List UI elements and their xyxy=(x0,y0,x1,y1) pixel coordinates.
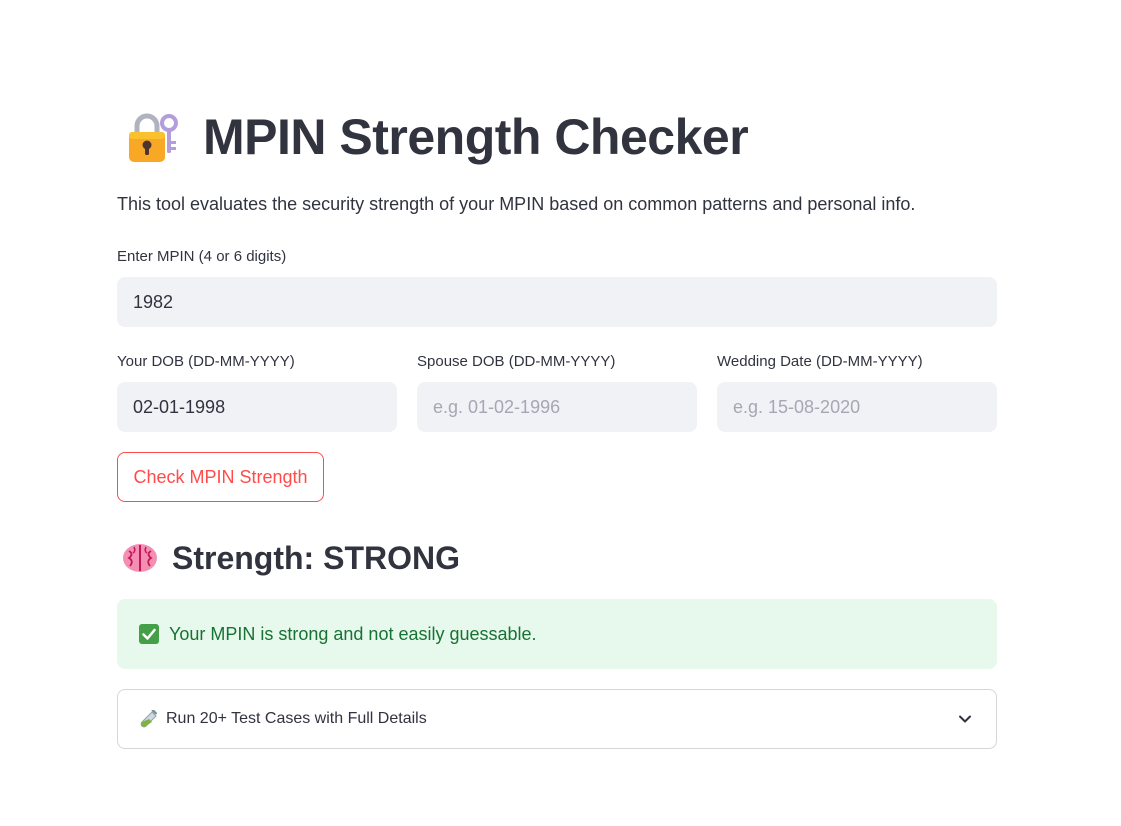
dob-input[interactable]: 02-01-1998 xyxy=(117,382,397,432)
expander-label: Run 20+ Test Cases with Full Details xyxy=(166,710,427,727)
wedding-date-label: Wedding Date (DD-MM-YYYY) xyxy=(717,353,923,370)
spouse-dob-input[interactable]: e.g. 01-02-1996 xyxy=(417,382,697,432)
brain-icon xyxy=(123,544,157,572)
test-cases-expander[interactable]: Run 20+ Test Cases with Full Details xyxy=(117,689,997,749)
strength-text: Strength: STRONG xyxy=(172,539,460,576)
page-title: MPIN Strength Checker xyxy=(203,109,749,165)
mpin-label: Enter MPIN (4 or 6 digits) xyxy=(117,248,287,265)
check-mark-icon xyxy=(139,624,159,644)
spouse-dob-label: Spouse DOB (DD-MM-YYYY) xyxy=(417,353,616,370)
wedding-date-input[interactable]: e.g. 15-08-2020 xyxy=(717,382,997,432)
dob-value: 02-01-1998 xyxy=(133,396,226,417)
page-description: This tool evaluates the security strengt… xyxy=(117,194,916,214)
strength-result: Strength: STRONG xyxy=(121,536,460,580)
chevron-down-icon[interactable] xyxy=(958,712,972,726)
lock-with-key-icon xyxy=(129,113,178,162)
wedding-date-placeholder: e.g. 15-08-2020 xyxy=(733,396,861,417)
success-alert: Your MPIN is strong and not easily guess… xyxy=(117,599,997,669)
spouse-dob-placeholder: e.g. 01-02-1996 xyxy=(433,396,561,417)
test-tube-icon xyxy=(140,710,157,728)
success-message: Your MPIN is strong and not easily guess… xyxy=(169,623,537,644)
dob-label: Your DOB (DD-MM-YYYY) xyxy=(117,353,295,370)
page-header: MPIN Strength Checker xyxy=(125,104,749,170)
mpin-input[interactable]: 1982 xyxy=(117,277,997,327)
mpin-value: 1982 xyxy=(133,291,174,312)
check-mpin-button[interactable]: Check MPIN Strength xyxy=(117,452,324,502)
